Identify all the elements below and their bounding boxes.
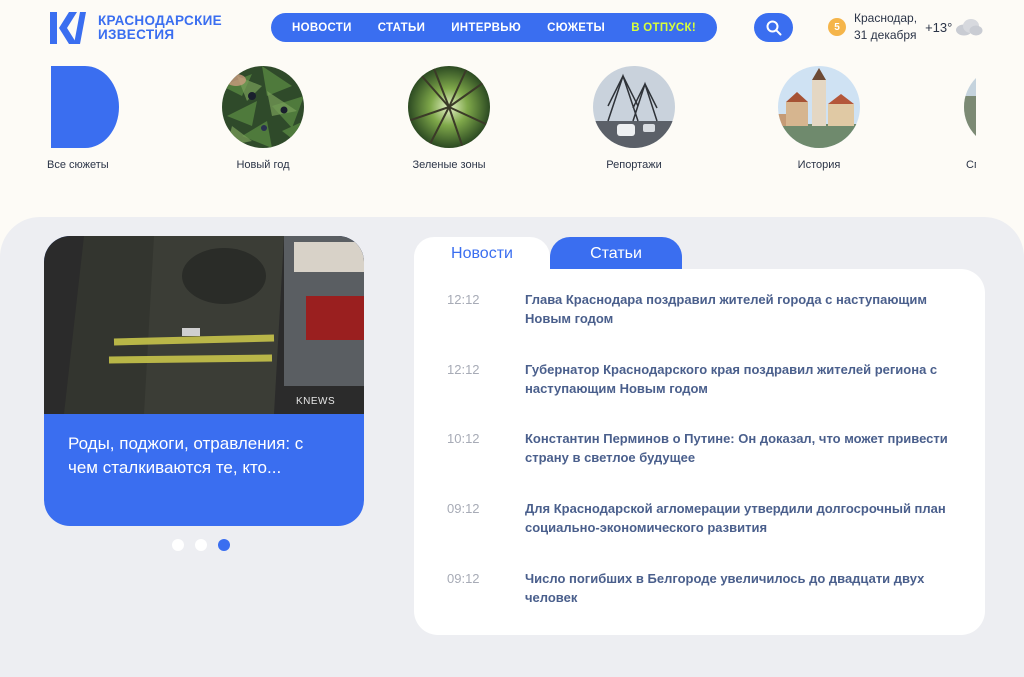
nav-interviews[interactable]: ИНТЕРВЬЮ [451, 22, 521, 34]
stories-carousel: Все сюжеты Новый год Зеленые зоны Репорт… [0, 66, 1024, 176]
story-green-zones[interactable]: Зеленые зоны [389, 66, 509, 171]
weather-city: Краснодар, [854, 11, 918, 25]
story-green-zones-image [408, 66, 490, 148]
featured-watermark: KNEWS [296, 396, 336, 407]
news-time: 12:12 [447, 292, 480, 307]
news-title[interactable]: Константин Перминов о Путине: Он доказал… [525, 429, 965, 467]
main-nav: НОВОСТИ СТАТЬИ ИНТЕРВЬЮ СЮЖЕТЫ В ОТПУСК! [271, 13, 717, 42]
news-time: 10:12 [447, 431, 480, 446]
story-sport-label: Спорт [966, 159, 976, 171]
story-sport-image [964, 66, 976, 148]
story-history-label: История [797, 159, 841, 171]
news-title[interactable]: Для Краснодарской агломерации утвердили … [525, 499, 965, 537]
weather-widget[interactable]: 5 Краснодар, 31 декабря +13° [828, 10, 983, 44]
story-reports[interactable]: Репортажи [574, 66, 694, 171]
news-title[interactable]: Глава Краснодара поздравил жителей город… [525, 290, 965, 328]
news-title[interactable]: Число погибших в Белгороде увеличилось д… [525, 569, 965, 607]
tab-articles[interactable]: Статьи [550, 237, 682, 271]
story-sport[interactable]: Спорт [944, 66, 976, 171]
story-reports-label: Репортажи [606, 159, 662, 171]
news-time: 09:12 [447, 501, 480, 516]
slide-dot-3[interactable] [218, 539, 230, 551]
weather-badge: 5 [828, 18, 846, 36]
nav-articles[interactable]: СТАТЬИ [378, 22, 425, 34]
story-green-zones-label: Зеленые зоны [412, 159, 486, 171]
news-list: 12:12 Глава Краснодара поздравил жителей… [414, 269, 985, 635]
nav-vacation[interactable]: В ОТПУСК! [631, 22, 696, 34]
news-time: 09:12 [447, 571, 480, 586]
story-new-year-label: Новый год [236, 159, 290, 171]
site-logo[interactable]: КРАСНОДАРСКИЕ ИЗВЕСТИЯ [50, 12, 222, 44]
slide-dot-2[interactable] [195, 539, 207, 551]
weather-date: 31 декабря [854, 28, 917, 42]
story-all-image [51, 66, 119, 148]
search-button[interactable] [754, 13, 793, 42]
story-reports-image [593, 66, 675, 148]
slide-dot-1[interactable] [172, 539, 184, 551]
news-title[interactable]: Губернатор Краснодарского края поздравил… [525, 360, 965, 398]
story-history-image [778, 66, 860, 148]
weather-location: Краснодар, 31 декабря [854, 10, 917, 44]
logo-line-2: ИЗВЕСТИЯ [98, 27, 175, 42]
news-time: 12:12 [447, 362, 480, 377]
slider-pagination [172, 539, 230, 551]
logo-mark-icon [50, 12, 86, 44]
news-tabs: Новости Статьи [414, 237, 694, 271]
search-icon [766, 20, 781, 35]
nav-news[interactable]: НОВОСТИ [292, 22, 352, 34]
nav-stories[interactable]: СЮЖЕТЫ [547, 22, 605, 34]
tab-news[interactable]: Новости [414, 237, 550, 271]
featured-title: Роды, поджоги, отравления: с чем сталкив… [68, 434, 304, 477]
story-new-year[interactable]: Новый год [203, 66, 323, 171]
logo-text: КРАСНОДАРСКИЕ ИЗВЕСТИЯ [98, 14, 222, 42]
story-history[interactable]: История [759, 66, 879, 171]
story-all[interactable]: Все сюжеты [26, 66, 146, 171]
featured-card[interactable]: KNEWS Роды, поджоги, отравления: с чем с… [44, 236, 364, 526]
featured-image [44, 236, 364, 414]
story-all-label: Все сюжеты [47, 159, 109, 171]
weather-temperature: +13° [925, 19, 953, 35]
logo-line-1: КРАСНОДАРСКИЕ [98, 13, 222, 28]
cloud-icon [956, 19, 983, 36]
story-new-year-image [222, 66, 304, 148]
